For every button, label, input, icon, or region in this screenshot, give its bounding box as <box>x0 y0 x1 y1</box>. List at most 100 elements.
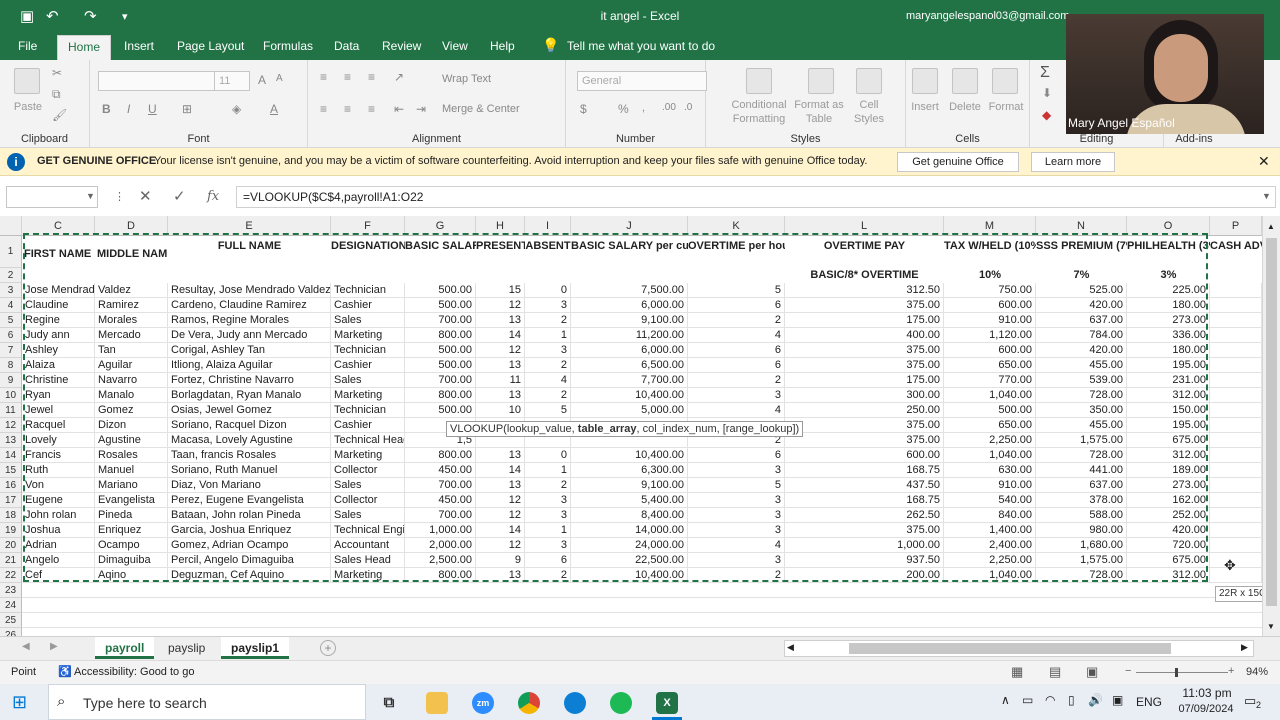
tab-insert[interactable]: Insert <box>124 39 154 53</box>
fill-color-icon[interactable]: ◈ <box>232 102 241 116</box>
get-genuine-office-button[interactable]: Get genuine Office <box>897 152 1019 172</box>
volume-icon[interactable]: 🔊 <box>1088 693 1103 707</box>
cell[interactable] <box>1210 328 1262 343</box>
font-name-combo[interactable] <box>98 71 216 91</box>
zoom-out-icon[interactable]: − <box>1125 665 1131 677</box>
sheet-tab-payslip[interactable]: payslip <box>158 637 215 659</box>
paste-button[interactable]: Paste <box>10 100 46 114</box>
row-header[interactable]: 14 <box>0 448 22 463</box>
row-header[interactable]: 15 <box>0 463 22 478</box>
tab-review[interactable]: Review <box>382 39 421 53</box>
row-header[interactable]: 7 <box>0 343 22 358</box>
paste-icon[interactable] <box>14 68 40 94</box>
tab-file[interactable]: File <box>18 39 37 53</box>
merge-center-button[interactable]: Merge & Center <box>442 103 520 115</box>
insert-cells-icon[interactable] <box>912 68 938 94</box>
scroll-right-icon[interactable]: ▶ <box>1241 642 1248 653</box>
decrease-indent-icon[interactable]: ⇤ <box>394 102 404 116</box>
row-header[interactable]: 5 <box>0 313 22 328</box>
language-indicator[interactable]: ENG <box>1136 695 1162 709</box>
align-top-icon[interactable]: ≡ <box>320 70 327 84</box>
format-as-table-icon[interactable] <box>808 68 834 94</box>
tab-page-layout[interactable]: Page Layout <box>177 39 244 53</box>
cell[interactable] <box>1210 508 1262 523</box>
add-sheet-icon[interactable]: + <box>320 640 336 656</box>
learn-more-button[interactable]: Learn more <box>1031 152 1115 172</box>
conditional-formatting-button[interactable]: Conditional Formatting <box>724 98 794 126</box>
show-hidden-icons-icon[interactable]: ∧ <box>1001 693 1010 707</box>
cell[interactable] <box>1210 448 1262 463</box>
borders-icon[interactable]: ⊞ <box>182 102 192 116</box>
align-right-icon[interactable]: ≡ <box>368 102 375 116</box>
sheet-tab-payroll[interactable]: payroll <box>95 637 155 659</box>
zoom-slider[interactable] <box>1136 672 1228 673</box>
notification-icon[interactable]: ▭ <box>1244 693 1256 709</box>
prev-sheet-icon[interactable]: ◀ <box>22 641 30 652</box>
row-header[interactable]: 25 <box>0 613 22 628</box>
spotify-icon[interactable] <box>610 692 632 714</box>
enter-icon[interactable]: ✓ <box>173 187 186 205</box>
cell[interactable] <box>1210 523 1262 538</box>
grow-font-icon[interactable]: A <box>258 73 266 87</box>
cell[interactable] <box>1210 463 1262 478</box>
row-header[interactable]: 24 <box>0 598 22 613</box>
font-color-icon[interactable]: A <box>270 102 278 116</box>
file-explorer-icon[interactable] <box>426 692 448 714</box>
delete-cells-button[interactable]: Delete <box>946 100 984 114</box>
row-header[interactable]: 16 <box>0 478 22 493</box>
vertical-scrollbar[interactable]: ▲ ▼ <box>1262 216 1280 636</box>
font-size-combo[interactable]: 11 <box>214 71 250 91</box>
expand-formula-bar-icon[interactable]: ▼ <box>1262 191 1271 201</box>
fill-icon[interactable]: ⬇ <box>1042 86 1052 100</box>
page-layout-view-icon[interactable]: ▤ <box>1049 664 1061 680</box>
comma-style-icon[interactable]: , <box>642 102 645 114</box>
clear-icon[interactable]: ◆ <box>1042 108 1051 122</box>
row-header[interactable]: 11 <box>0 403 22 418</box>
row-header[interactable]: 3 <box>0 283 22 298</box>
underline-icon[interactable]: U <box>148 102 157 116</box>
accounting-format-icon[interactable]: $ <box>580 102 587 116</box>
page-break-view-icon[interactable]: ▣ <box>1086 664 1098 680</box>
cell[interactable] <box>1210 403 1262 418</box>
clock-date[interactable]: 07/09/2024 <box>1168 703 1244 715</box>
row-header[interactable]: 19 <box>0 523 22 538</box>
vertical-scroll-thumb[interactable] <box>1266 238 1277 606</box>
insert-cells-button[interactable]: Insert <box>908 100 942 114</box>
row-header[interactable]: 6 <box>0 328 22 343</box>
column-header-p[interactable]: P <box>1210 216 1262 236</box>
row-header[interactable]: 26 <box>0 628 22 636</box>
cut-icon[interactable]: ✂ <box>52 66 62 80</box>
increase-decimal-icon[interactable]: .00 <box>662 102 676 113</box>
task-view-icon[interactable]: ⧉ <box>378 692 400 714</box>
align-center-icon[interactable]: ≡ <box>344 102 351 116</box>
cell[interactable] <box>1210 283 1262 298</box>
windows-start-icon[interactable]: ⊞ <box>12 692 27 713</box>
copy-icon[interactable]: ⧉ <box>52 87 61 102</box>
number-format-combo[interactable]: General <box>577 71 707 91</box>
zoom-slider-thumb[interactable] <box>1175 668 1178 677</box>
format-cells-icon[interactable] <box>992 68 1018 94</box>
cell[interactable] <box>1210 298 1262 313</box>
taskbar-search[interactable]: ⌕ Type here to search <box>48 684 366 720</box>
align-bottom-icon[interactable]: ≡ <box>368 70 375 84</box>
tab-help[interactable]: Help <box>490 39 515 53</box>
row-header[interactable]: 23 <box>0 583 22 598</box>
row-header[interactable]: 8 <box>0 358 22 373</box>
cell[interactable] <box>1210 418 1262 433</box>
select-all-corner[interactable] <box>0 216 22 236</box>
zoom-app-icon[interactable]: zm <box>472 692 494 714</box>
row-header[interactable]: 1 <box>0 236 22 268</box>
network-icon[interactable]: ▭ <box>1022 693 1033 707</box>
row-header[interactable]: 22 <box>0 568 22 583</box>
scroll-down-icon[interactable]: ▼ <box>1267 622 1275 631</box>
row-header[interactable]: 13 <box>0 433 22 448</box>
tab-formulas[interactable]: Formulas <box>263 39 313 53</box>
cell[interactable] <box>1210 388 1262 403</box>
tooltip-current-arg[interactable]: table_array <box>578 423 637 435</box>
cell[interactable] <box>1210 493 1262 508</box>
excel-taskbar-icon[interactable]: X <box>656 692 678 714</box>
wifi-icon[interactable]: ◠ <box>1045 693 1055 707</box>
row-header[interactable]: 17 <box>0 493 22 508</box>
cancel-icon[interactable]: ✕ <box>139 187 152 205</box>
cell[interactable] <box>1210 433 1262 448</box>
